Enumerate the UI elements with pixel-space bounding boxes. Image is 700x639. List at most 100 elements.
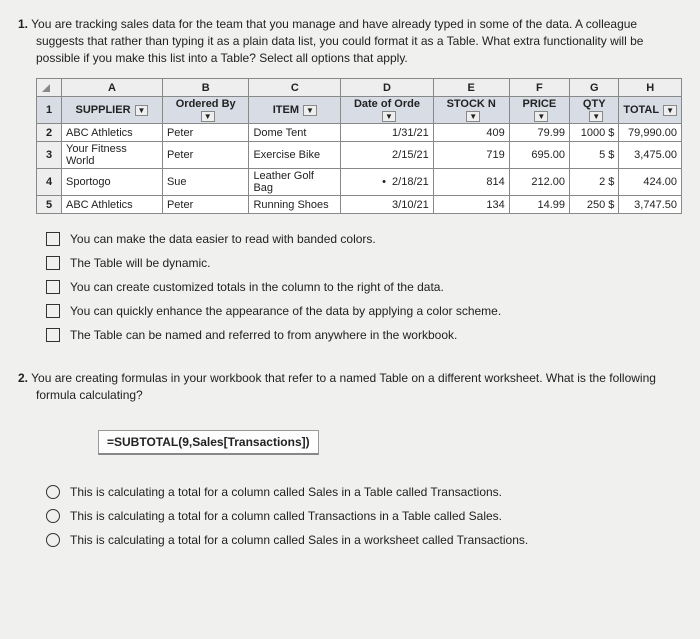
row-head[interactable]: 4 (37, 169, 62, 196)
option-label: This is calculating a total for a column… (70, 485, 502, 499)
cell-stock[interactable]: 814 (433, 169, 509, 196)
q1-option-2[interactable]: The Table will be dynamic. (46, 256, 682, 270)
cell-item[interactable]: Dome Tent (249, 124, 341, 142)
q1-option-3[interactable]: You can create customized totals in the … (46, 280, 682, 294)
header-date[interactable]: Date of Orde▼ (341, 97, 434, 124)
column-letter-row: A B C D E F G H (37, 79, 682, 97)
row-head[interactable]: 5 (37, 196, 62, 214)
header-item[interactable]: ITEM▼ (249, 97, 341, 124)
checkbox-icon[interactable] (46, 304, 60, 318)
option-label: This is calculating a total for a column… (70, 509, 502, 523)
cell-price[interactable]: 695.00 (509, 142, 569, 169)
cell-supplier[interactable]: ABC Athletics (62, 124, 163, 142)
checkbox-icon[interactable] (46, 328, 60, 342)
select-all-corner[interactable] (37, 79, 62, 97)
filter-icon[interactable]: ▼ (466, 111, 480, 122)
col-E[interactable]: E (433, 79, 509, 97)
q2-option-3[interactable]: This is calculating a total for a column… (46, 533, 682, 547)
row-head[interactable]: 2 (37, 124, 62, 142)
cell-by[interactable]: Peter (162, 142, 248, 169)
row-head-1[interactable]: 1 (37, 97, 62, 124)
row-head[interactable]: 3 (37, 142, 62, 169)
filter-icon[interactable]: ▼ (303, 105, 317, 116)
col-G[interactable]: G (570, 79, 619, 97)
question-2-text: 2. You are creating formulas in your wor… (18, 370, 682, 404)
question-1-body: You are tracking sales data for the team… (31, 17, 643, 65)
q2-option-2[interactable]: This is calculating a total for a column… (46, 509, 682, 523)
filter-icon[interactable]: ▼ (589, 111, 603, 122)
option-label: The Table can be named and referred to f… (70, 328, 457, 342)
col-F[interactable]: F (509, 79, 569, 97)
formula-display: =SUBTOTAL(9,Sales[Transactions]) (98, 430, 319, 455)
checkbox-icon[interactable] (46, 280, 60, 294)
cell-item[interactable]: Exercise Bike (249, 142, 341, 169)
col-H[interactable]: H (619, 79, 682, 97)
table-header-row: 1 SUPPLIER▼ Ordered By▼ ITEM▼ Date of Or… (37, 97, 682, 124)
radio-icon[interactable] (46, 509, 60, 523)
cell-supplier[interactable]: Sportogo (62, 169, 163, 196)
filter-icon[interactable]: ▼ (534, 111, 548, 122)
q1-option-1[interactable]: You can make the data easier to read wit… (46, 232, 682, 246)
cell-qty[interactable]: 2 $ (570, 169, 619, 196)
filter-icon[interactable]: ▼ (382, 111, 396, 122)
question-2-number: 2. (18, 371, 28, 385)
q1-option-5[interactable]: The Table can be named and referred to f… (46, 328, 682, 342)
cell-date[interactable]: 3/10/21 (341, 196, 434, 214)
radio-icon[interactable] (46, 485, 60, 499)
cell-price[interactable]: 14.99 (509, 196, 569, 214)
table-row: 5 ABC Athletics Peter Running Shoes 3/10… (37, 196, 682, 214)
option-label: This is calculating a total for a column… (70, 533, 528, 547)
cell-qty[interactable]: 1000 $ (570, 124, 619, 142)
cell-item[interactable]: Running Shoes (249, 196, 341, 214)
spreadsheet-table: A B C D E F G H 1 SUPPLIER▼ Ordered By▼ … (36, 78, 682, 214)
question-2: 2. You are creating formulas in your wor… (18, 370, 682, 547)
cell-price[interactable]: 79.99 (509, 124, 569, 142)
cell-stock[interactable]: 409 (433, 124, 509, 142)
q1-option-4[interactable]: You can quickly enhance the appearance o… (46, 304, 682, 318)
col-A[interactable]: A (62, 79, 163, 97)
q2-option-1[interactable]: This is calculating a total for a column… (46, 485, 682, 499)
cell-supplier[interactable]: ABC Athletics (62, 196, 163, 214)
radio-icon[interactable] (46, 533, 60, 547)
cell-stock[interactable]: 719 (433, 142, 509, 169)
header-price[interactable]: PRICE▼ (509, 97, 569, 124)
cell-item[interactable]: Leather Golf Bag (249, 169, 341, 196)
cell-date[interactable]: • 2/18/21 (341, 169, 434, 196)
cell-by[interactable]: Sue (162, 169, 248, 196)
cell-price[interactable]: 212.00 (509, 169, 569, 196)
header-orderedby[interactable]: Ordered By▼ (162, 97, 248, 124)
cell-qty[interactable]: 250 $ (570, 196, 619, 214)
filter-icon[interactable]: ▼ (135, 105, 149, 116)
option-label: You can create customized totals in the … (70, 280, 444, 294)
cell-total[interactable]: 424.00 (619, 169, 682, 196)
header-total[interactable]: TOTAL▼ (619, 97, 682, 124)
filter-icon[interactable]: ▼ (663, 105, 677, 116)
table-row: 2 ABC Athletics Peter Dome Tent 1/31/21 … (37, 124, 682, 142)
cell-total[interactable]: 3,475.00 (619, 142, 682, 169)
option-label: You can quickly enhance the appearance o… (70, 304, 501, 318)
cell-total[interactable]: 79,990.00 (619, 124, 682, 142)
checkbox-icon[interactable] (46, 256, 60, 270)
cell-qty[interactable]: 5 $ (570, 142, 619, 169)
cell-date[interactable]: 2/15/21 (341, 142, 434, 169)
cell-by[interactable]: Peter (162, 196, 248, 214)
col-D[interactable]: D (341, 79, 434, 97)
header-supplier[interactable]: SUPPLIER▼ (62, 97, 163, 124)
cell-by[interactable]: Peter (162, 124, 248, 142)
question-1-number: 1. (18, 17, 28, 31)
col-C[interactable]: C (249, 79, 341, 97)
header-qty[interactable]: QTY▼ (570, 97, 619, 124)
question-2-body: You are creating formulas in your workbo… (31, 371, 656, 402)
col-B[interactable]: B (162, 79, 248, 97)
cell-total[interactable]: 3,747.50 (619, 196, 682, 214)
checkbox-icon[interactable] (46, 232, 60, 246)
filter-icon[interactable]: ▼ (201, 111, 215, 122)
table-row: 3 Your Fitness World Peter Exercise Bike… (37, 142, 682, 169)
header-stock[interactable]: STOCK N▼ (433, 97, 509, 124)
cell-supplier[interactable]: Your Fitness World (62, 142, 163, 169)
question-1-text: 1. You are tracking sales data for the t… (18, 16, 682, 66)
option-label: The Table will be dynamic. (70, 256, 211, 270)
table-row: 4 Sportogo Sue Leather Golf Bag • 2/18/2… (37, 169, 682, 196)
cell-stock[interactable]: 134 (433, 196, 509, 214)
cell-date[interactable]: 1/31/21 (341, 124, 434, 142)
